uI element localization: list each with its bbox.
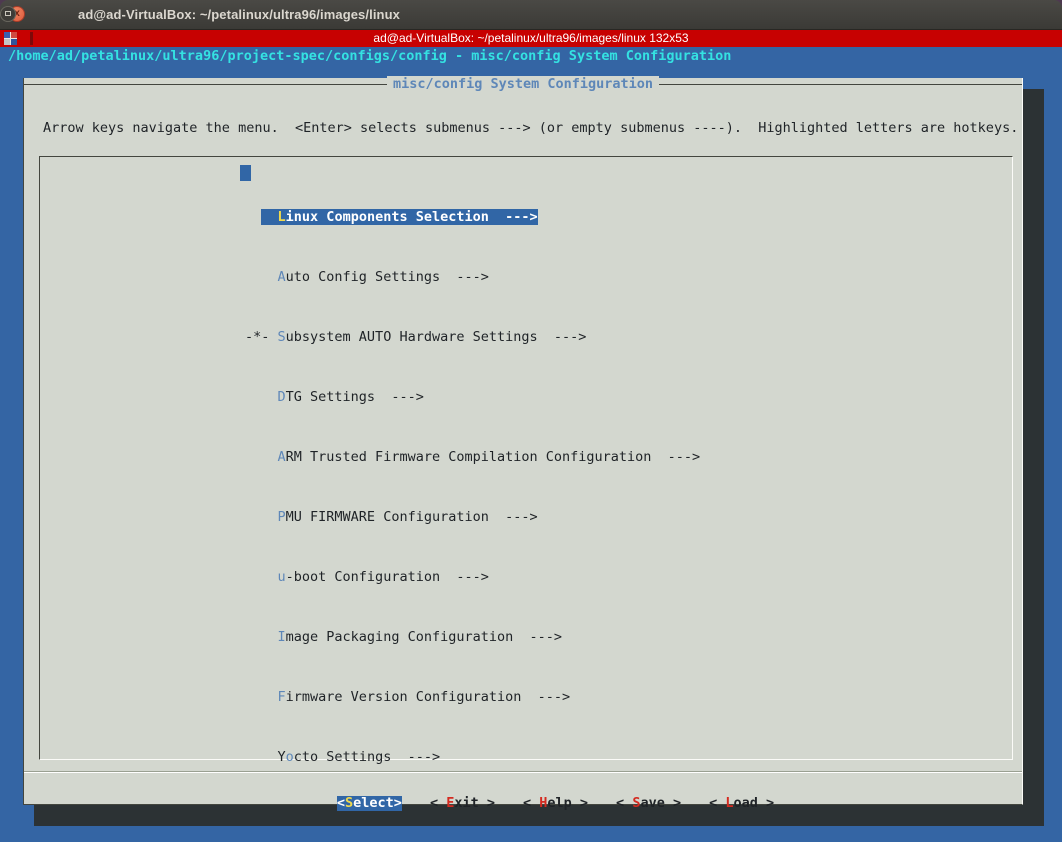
hotkey-letter: I [277,629,286,645]
menu-listbox: Linux Components Selection ---> Auto Con… [39,156,1013,765]
status-bar-title: ad@ad-VirtualBox: ~/petalinux/ultra96/im… [373,31,689,45]
menu-item-pmu-firmware[interactable]: PMU FIRMWARE Configuration ---> [245,510,700,525]
hotkey-letter: S [277,329,286,345]
exit-button[interactable]: < Exit > [430,796,495,811]
hotkey-letter: u [277,569,286,585]
window-titlebar: x ad@ad-VirtualBox: ~/petalinux/ultra96/… [0,0,1062,30]
hotkey-letter: S [345,795,354,811]
menu-item-auto-config[interactable]: Auto Config Settings ---> [245,270,700,285]
hotkey-letter: L [277,209,286,225]
screen-status-bar: ad@ad-VirtualBox: ~/petalinux/ultra96/im… [0,30,1062,47]
screen-activity-icon [4,32,17,45]
menu-item-image-packaging[interactable]: Image Packaging Configuration ---> [245,630,700,645]
hotkey-letter: o [285,749,294,765]
maximize-icon [5,11,11,16]
select-button[interactable]: <Select> [336,795,402,811]
menu-item-uboot[interactable]: u-boot Configuration ---> [245,570,700,585]
status-bar-cursor [30,32,33,45]
menu-item-linux-components[interactable]: Linux Components Selection ---> [245,209,700,225]
window-title: ad@ad-VirtualBox: ~/petalinux/ultra96/im… [78,7,400,22]
dialog-title: misc/config System Configuration [24,76,1022,92]
menuconfig-dialog: misc/config System Configuration Arrow k… [23,76,1023,811]
menu-item-arm-trusted-firmware[interactable]: ARM Trusted Firmware Compilation Configu… [245,449,701,465]
hotkey-letter: A [277,449,286,465]
menu-rows: Linux Components Selection ---> Auto Con… [245,165,700,810]
menu-item-subsystem-auto-hw[interactable]: -*- Subsystem AUTO Hardware Settings ---… [245,330,700,345]
menu-item-dtg-settings[interactable]: DTG Settings ---> [245,390,700,405]
save-button[interactable]: < Save > [616,796,681,811]
terminal-window: x ad@ad-VirtualBox: ~/petalinux/ultra96/… [0,0,1062,842]
menu-item-firmware-version[interactable]: Firmware Version Configuration ---> [245,690,700,705]
hotkey-letter: D [277,389,286,405]
instructions-line-1: Arrow keys navigate the menu. <Enter> se… [43,120,1019,136]
hotkey-letter: F [277,689,286,705]
menu-item-yocto-settings[interactable]: Yocto Settings ---> [245,750,700,765]
maximize-button[interactable] [0,6,16,22]
hotkey-letter: P [277,509,286,525]
hotkey-letter: L [725,795,734,811]
help-button[interactable]: < Help > [523,796,588,811]
selected-menu-item: Linux Components Selection ---> [261,209,538,225]
button-separator [24,771,1022,773]
load-button[interactable]: < Load > [709,796,774,811]
terminal-screen: /home/ad/petalinux/ultra96/project-spec/… [0,47,1062,842]
config-path-header: /home/ad/petalinux/ultra96/project-spec/… [8,48,732,64]
hotkey-letter: A [277,269,286,285]
dialog-button-row: <Select> < Exit > < Help > < Save > < Load > [24,781,1022,826]
